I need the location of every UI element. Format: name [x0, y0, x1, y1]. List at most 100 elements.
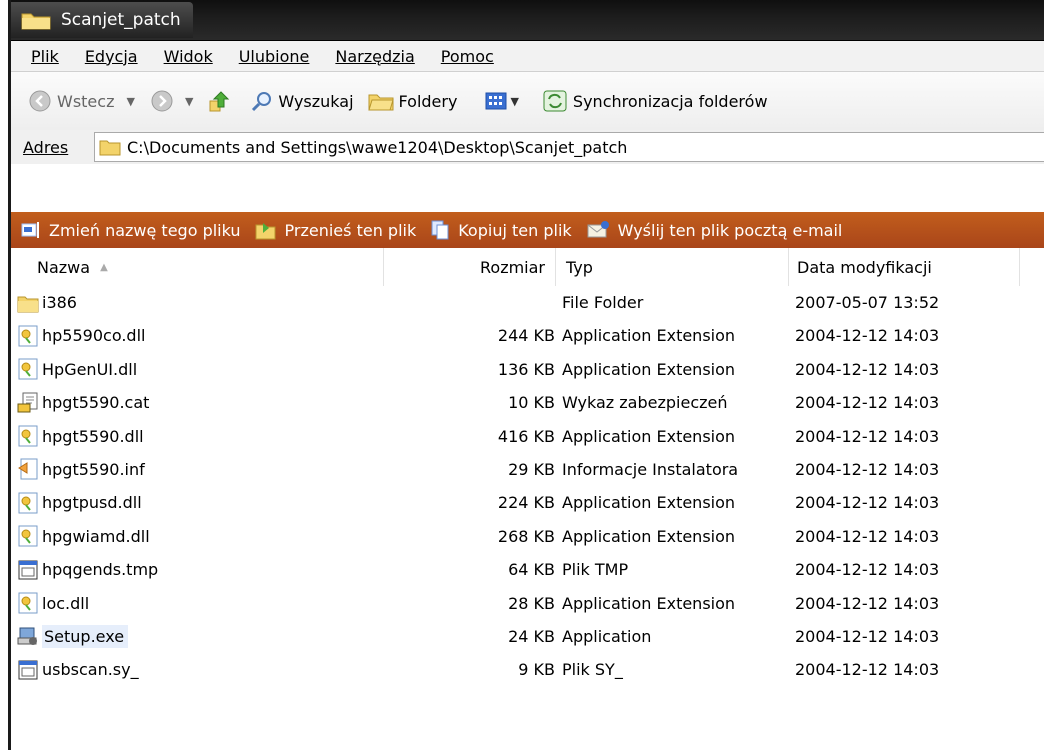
file-type: Application	[562, 626, 652, 646]
setup-icon	[17, 627, 37, 646]
generic-file-icon	[18, 560, 38, 580]
sync-button[interactable]: Synchronizacja folderów	[543, 90, 768, 112]
move-file-task[interactable]: Przenieś ten plik	[255, 220, 416, 240]
rename-file-task[interactable]: Zmień nazwę tego pliku	[21, 221, 241, 240]
dll-icon	[18, 425, 38, 447]
file-type: Application Extension	[562, 493, 736, 513]
file-size: 268 KB	[497, 526, 555, 546]
forward-dropdown-icon[interactable]: ▼	[185, 95, 193, 108]
file-row[interactable]: hpgt5590.dll 416 KB Application Extensio…	[11, 420, 1044, 453]
sync-label: Synchronizacja folderów	[572, 91, 768, 111]
file-date: 2004-12-12 14:03	[795, 359, 940, 379]
file-row[interactable]: hpgtpusd.dll 224 KB Application Extensio…	[11, 486, 1044, 519]
file-size: 28 KB	[508, 593, 555, 613]
rename-task-label: Zmień nazwę tego pliku	[49, 220, 241, 240]
file-row[interactable]: hpgwiamd.dll 268 KB Application Extensio…	[11, 520, 1044, 553]
file-type: Application Extension	[562, 526, 736, 546]
column-name-label: Nazwa	[37, 257, 91, 277]
email-file-task[interactable]: Wyślij ten plik pocztą e-mail	[586, 220, 842, 240]
menu-narzedzia[interactable]: Narzędzia	[335, 47, 414, 66]
column-size[interactable]: Rozmiar	[384, 248, 556, 286]
file-size: 29 KB	[508, 459, 555, 479]
folder-icon	[17, 296, 39, 312]
file-row[interactable]: hp5590co.dll 244 KB Application Extensio…	[11, 319, 1044, 352]
file-date: 2004-12-12 14:03	[795, 326, 940, 346]
email-icon	[587, 221, 609, 238]
back-label: Wstecz	[57, 91, 115, 111]
forward-arrow-icon	[151, 90, 173, 112]
file-name-cell: hpgtpusd.dll	[17, 486, 142, 519]
file-name: hpgtpusd.dll	[42, 493, 142, 513]
file-list: i386 File Folder 2007-05-07 13:52 hp5590…	[11, 286, 1044, 687]
forward-button[interactable]: ▼	[151, 90, 193, 112]
address-bar: Adres C:\Documents and Settings\wawe1204…	[11, 130, 1044, 165]
copy-icon	[431, 220, 449, 240]
file-type: Application Extension	[562, 426, 736, 446]
column-header: Nazwa ▲ Rozmiar Typ Data modyfikacji	[11, 248, 1044, 286]
file-name-cell: hpgt5590.dll	[17, 420, 144, 453]
file-name-cell: loc.dll	[17, 587, 89, 620]
file-name: loc.dll	[42, 593, 90, 613]
file-row[interactable]: i386 File Folder 2007-05-07 13:52	[11, 286, 1044, 319]
file-row[interactable]: hpqgends.tmp 64 KB Plik TMP 2004-12-12 1…	[11, 553, 1044, 586]
file-date: 2004-12-12 14:03	[795, 426, 940, 446]
menu-ulubione[interactable]: Ulubione	[239, 47, 310, 66]
column-date[interactable]: Data modyfikacji	[789, 248, 1020, 286]
file-row[interactable]: usbscan.sy_ 9 KB Plik SY_ 2004-12-12 14:…	[11, 653, 1044, 686]
file-size: 244 KB	[497, 326, 555, 346]
title-bar[interactable]: Scanjet_patch	[11, 0, 1044, 41]
back-arrow-icon	[29, 90, 51, 112]
search-button[interactable]: Wyszukaj	[251, 90, 354, 112]
column-type[interactable]: Typ	[556, 248, 789, 286]
file-name: hpgt5590.dll	[42, 426, 144, 446]
file-row[interactable]: loc.dll 28 KB Application Extension 2004…	[11, 587, 1044, 620]
window-title: Scanjet_patch	[61, 10, 181, 30]
sync-icon	[543, 90, 567, 112]
back-button[interactable]: Wstecz ▼	[29, 90, 135, 112]
folders-button[interactable]: Foldery	[367, 91, 457, 111]
file-tasks-bar: Zmień nazwę tego pliku Przenieś ten plik…	[11, 212, 1044, 248]
file-row[interactable]: HpGenUI.dll 136 KB Application Extension…	[11, 353, 1044, 386]
explorer-window: Scanjet_patch Plik Edycja Widok Ulubione…	[8, 0, 1044, 750]
folder-icon	[21, 13, 51, 30]
folders-icon	[367, 94, 394, 111]
address-label: Adres	[23, 137, 69, 157]
file-size: 64 KB	[508, 560, 555, 580]
file-row[interactable]: hpgt5590.cat 10 KB Wykaz zabezpieczeń 20…	[11, 386, 1044, 419]
file-date: 2004-12-12 14:03	[795, 393, 940, 413]
file-type: Application Extension	[562, 593, 736, 613]
column-name[interactable]: Nazwa ▲	[11, 248, 384, 286]
views-dropdown-icon[interactable]: ▼	[510, 95, 518, 108]
menu-plik[interactable]: Plik	[31, 47, 59, 66]
file-size: 24 KB	[508, 626, 555, 646]
file-type: File Folder	[562, 293, 644, 312]
file-name-cell: hpqgends.tmp	[17, 553, 158, 586]
file-name-cell: Setup.exe	[17, 620, 129, 653]
back-dropdown-icon[interactable]: ▼	[126, 95, 134, 108]
menu-widok[interactable]: Widok	[164, 47, 213, 66]
dll-icon	[18, 325, 38, 347]
views-button[interactable]: ▼	[485, 91, 519, 111]
file-row[interactable]: hpgt5590.inf 29 KB Informacje Instalator…	[11, 453, 1044, 486]
file-name: hpgwiamd.dll	[42, 526, 150, 546]
file-name-cell: usbscan.sy_	[17, 653, 139, 686]
toolbar: Wstecz ▼ ▼ Wyszukaj Foldery ▼ Synchroniz…	[11, 72, 1044, 131]
file-name-cell: i386	[17, 286, 77, 319]
file-size: 224 KB	[497, 493, 555, 513]
file-row-selected[interactable]: Setup.exe 24 KB Application 2004-12-12 1…	[11, 620, 1044, 653]
file-date: 2004-12-12 14:03	[795, 560, 940, 580]
rename-icon	[21, 222, 39, 238]
menu-pomoc[interactable]: Pomoc	[441, 47, 494, 66]
file-date: 2004-12-12 14:03	[795, 526, 940, 546]
menu-edycja[interactable]: Edycja	[85, 47, 138, 66]
column-size-label: Rozmiar	[480, 257, 545, 277]
file-date: 2004-12-12 14:03	[795, 593, 940, 613]
copy-file-task[interactable]: Kopiuj ten plik	[430, 219, 572, 241]
generic-file-icon	[18, 660, 38, 680]
file-name: hpgt5590.cat	[42, 393, 150, 413]
title-tab: Scanjet_patch	[11, 2, 193, 38]
file-name-cell: hpgwiamd.dll	[17, 520, 150, 553]
file-name-cell: hp5590co.dll	[17, 319, 145, 352]
address-field[interactable]: C:\Documents and Settings\wawe1204\Deskt…	[94, 132, 1044, 162]
up-folder-button[interactable]	[207, 89, 231, 113]
